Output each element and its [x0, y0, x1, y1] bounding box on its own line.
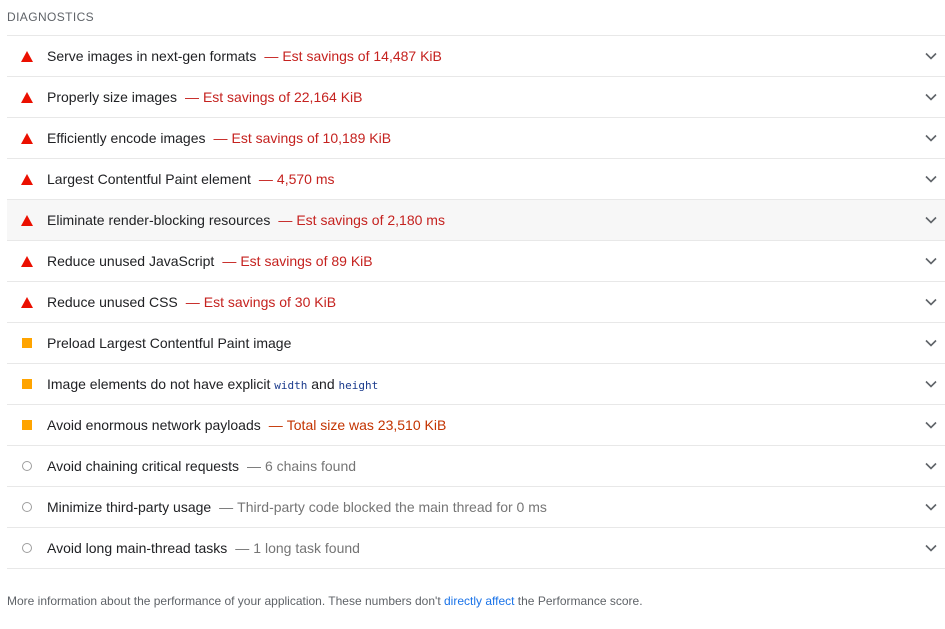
fail-triangle-icon	[7, 214, 47, 226]
audit-title: Properly size images	[47, 89, 177, 105]
audit-row-preload-lcp-image[interactable]: Preload Largest Contentful Paint image	[7, 323, 945, 364]
chevron-down-icon[interactable]	[925, 296, 937, 308]
chevron-down-icon[interactable]	[925, 542, 937, 554]
audit-row-unused-css[interactable]: Reduce unused CSS — Est savings of 30 Ki…	[7, 282, 945, 323]
chevron-down-icon[interactable]	[925, 132, 937, 144]
audit-title: Avoid enormous network payloads	[47, 417, 261, 433]
audit-title: Eliminate render-blocking resources	[47, 212, 271, 228]
separator: —	[219, 499, 234, 515]
audit-list: Serve images in next-gen formats — Est s…	[7, 35, 945, 569]
audit-title-part: and	[307, 376, 339, 392]
fail-triangle-icon	[7, 91, 47, 103]
audit-row-properly-size-images[interactable]: Properly size images — Est savings of 22…	[7, 77, 945, 118]
audit-display-value: Total size was 23,510 KiB	[286, 417, 447, 433]
separator: —	[185, 294, 200, 310]
chevron-down-icon[interactable]	[925, 255, 937, 267]
separator: —	[268, 417, 283, 433]
audit-title: Preload Largest Contentful Paint image	[47, 335, 292, 351]
separator: —	[258, 171, 273, 187]
section-title: DIAGNOSTICS	[7, 10, 95, 24]
audit-title: Avoid chaining critical requests	[47, 458, 239, 474]
audit-row-encode-images[interactable]: Efficiently encode images — Est savings …	[7, 118, 945, 159]
audit-display-value: Est savings of 10,189 KiB	[231, 130, 392, 146]
audit-title-part: Image elements do not have explicit	[47, 376, 275, 392]
separator: —	[264, 48, 279, 64]
footer-text-prefix: More information about the performance o…	[7, 594, 444, 608]
audit-title: Serve images in next-gen formats	[47, 48, 257, 64]
audit-display-value: Third-party code blocked the main thread…	[237, 499, 547, 515]
audit-row-next-gen-formats[interactable]: Serve images in next-gen formats — Est s…	[7, 36, 945, 77]
audit-title: Minimize third-party usage	[47, 499, 212, 515]
footer-note: More information about the performance o…	[7, 594, 643, 608]
separator: —	[184, 89, 199, 105]
info-circle-icon	[7, 543, 47, 553]
audit-display-value: Est savings of 30 KiB	[203, 294, 337, 310]
chevron-down-icon[interactable]	[925, 419, 937, 431]
chevron-down-icon[interactable]	[925, 460, 937, 472]
chevron-down-icon[interactable]	[925, 337, 937, 349]
audit-display-value: 4,570 ms	[276, 171, 335, 187]
audit-row-third-party[interactable]: Minimize third-party usage — Third-party…	[7, 487, 945, 528]
separator: —	[278, 212, 293, 228]
info-circle-icon	[7, 461, 47, 471]
audit-title: Reduce unused JavaScript	[47, 253, 215, 269]
audit-row-long-tasks[interactable]: Avoid long main-thread tasks — 1 long ta…	[7, 528, 945, 569]
chevron-down-icon[interactable]	[925, 173, 937, 185]
audit-display-value: 1 long task found	[253, 540, 360, 556]
chevron-down-icon[interactable]	[925, 214, 937, 226]
code-width: width	[274, 379, 308, 392]
chevron-down-icon[interactable]	[925, 501, 937, 513]
chevron-down-icon[interactable]	[925, 378, 937, 390]
footer-text-suffix: the Performance score.	[514, 594, 643, 608]
separator: —	[222, 253, 237, 269]
audit-title: Largest Contentful Paint element	[47, 171, 251, 187]
code-height: height	[338, 379, 379, 392]
average-square-icon	[7, 338, 47, 348]
fail-triangle-icon	[7, 173, 47, 185]
audit-display-value: Est savings of 2,180 ms	[296, 212, 445, 228]
separator: —	[235, 540, 250, 556]
audit-display-value: Est savings of 14,487 KiB	[282, 48, 442, 64]
info-circle-icon	[7, 502, 47, 512]
audit-display-value: Est savings of 89 KiB	[240, 253, 373, 269]
separator: —	[213, 130, 228, 146]
audit-title: Avoid long main-thread tasks	[47, 540, 228, 556]
audit-row-unused-javascript[interactable]: Reduce unused JavaScript — Est savings o…	[7, 241, 945, 282]
separator: —	[246, 458, 261, 474]
fail-triangle-icon	[7, 296, 47, 308]
fail-triangle-icon	[7, 255, 47, 267]
audit-title: Image elements do not have explicit widt…	[47, 376, 378, 392]
chevron-down-icon[interactable]	[925, 91, 937, 103]
audit-display-value: 6 chains found	[264, 458, 357, 474]
chevron-down-icon[interactable]	[925, 50, 937, 62]
audit-title: Efficiently encode images	[47, 130, 206, 146]
audit-title: Reduce unused CSS	[47, 294, 178, 310]
audit-display-value: Est savings of 22,164 KiB	[202, 89, 363, 105]
audit-row-network-payloads[interactable]: Avoid enormous network payloads — Total …	[7, 405, 945, 446]
audit-row-lcp-element[interactable]: Largest Contentful Paint element — 4,570…	[7, 159, 945, 200]
fail-triangle-icon	[7, 50, 47, 62]
directly-affect-link[interactable]: directly affect	[444, 594, 514, 608]
average-square-icon	[7, 379, 47, 389]
fail-triangle-icon	[7, 132, 47, 144]
diagnostics-panel: DIAGNOSTICS Serve images in next-gen for…	[0, 0, 945, 629]
audit-row-critical-requests[interactable]: Avoid chaining critical requests — 6 cha…	[7, 446, 945, 487]
audit-row-render-blocking[interactable]: Eliminate render-blocking resources — Es…	[7, 200, 945, 241]
average-square-icon	[7, 420, 47, 430]
audit-row-image-dimensions[interactable]: Image elements do not have explicit widt…	[7, 364, 945, 405]
